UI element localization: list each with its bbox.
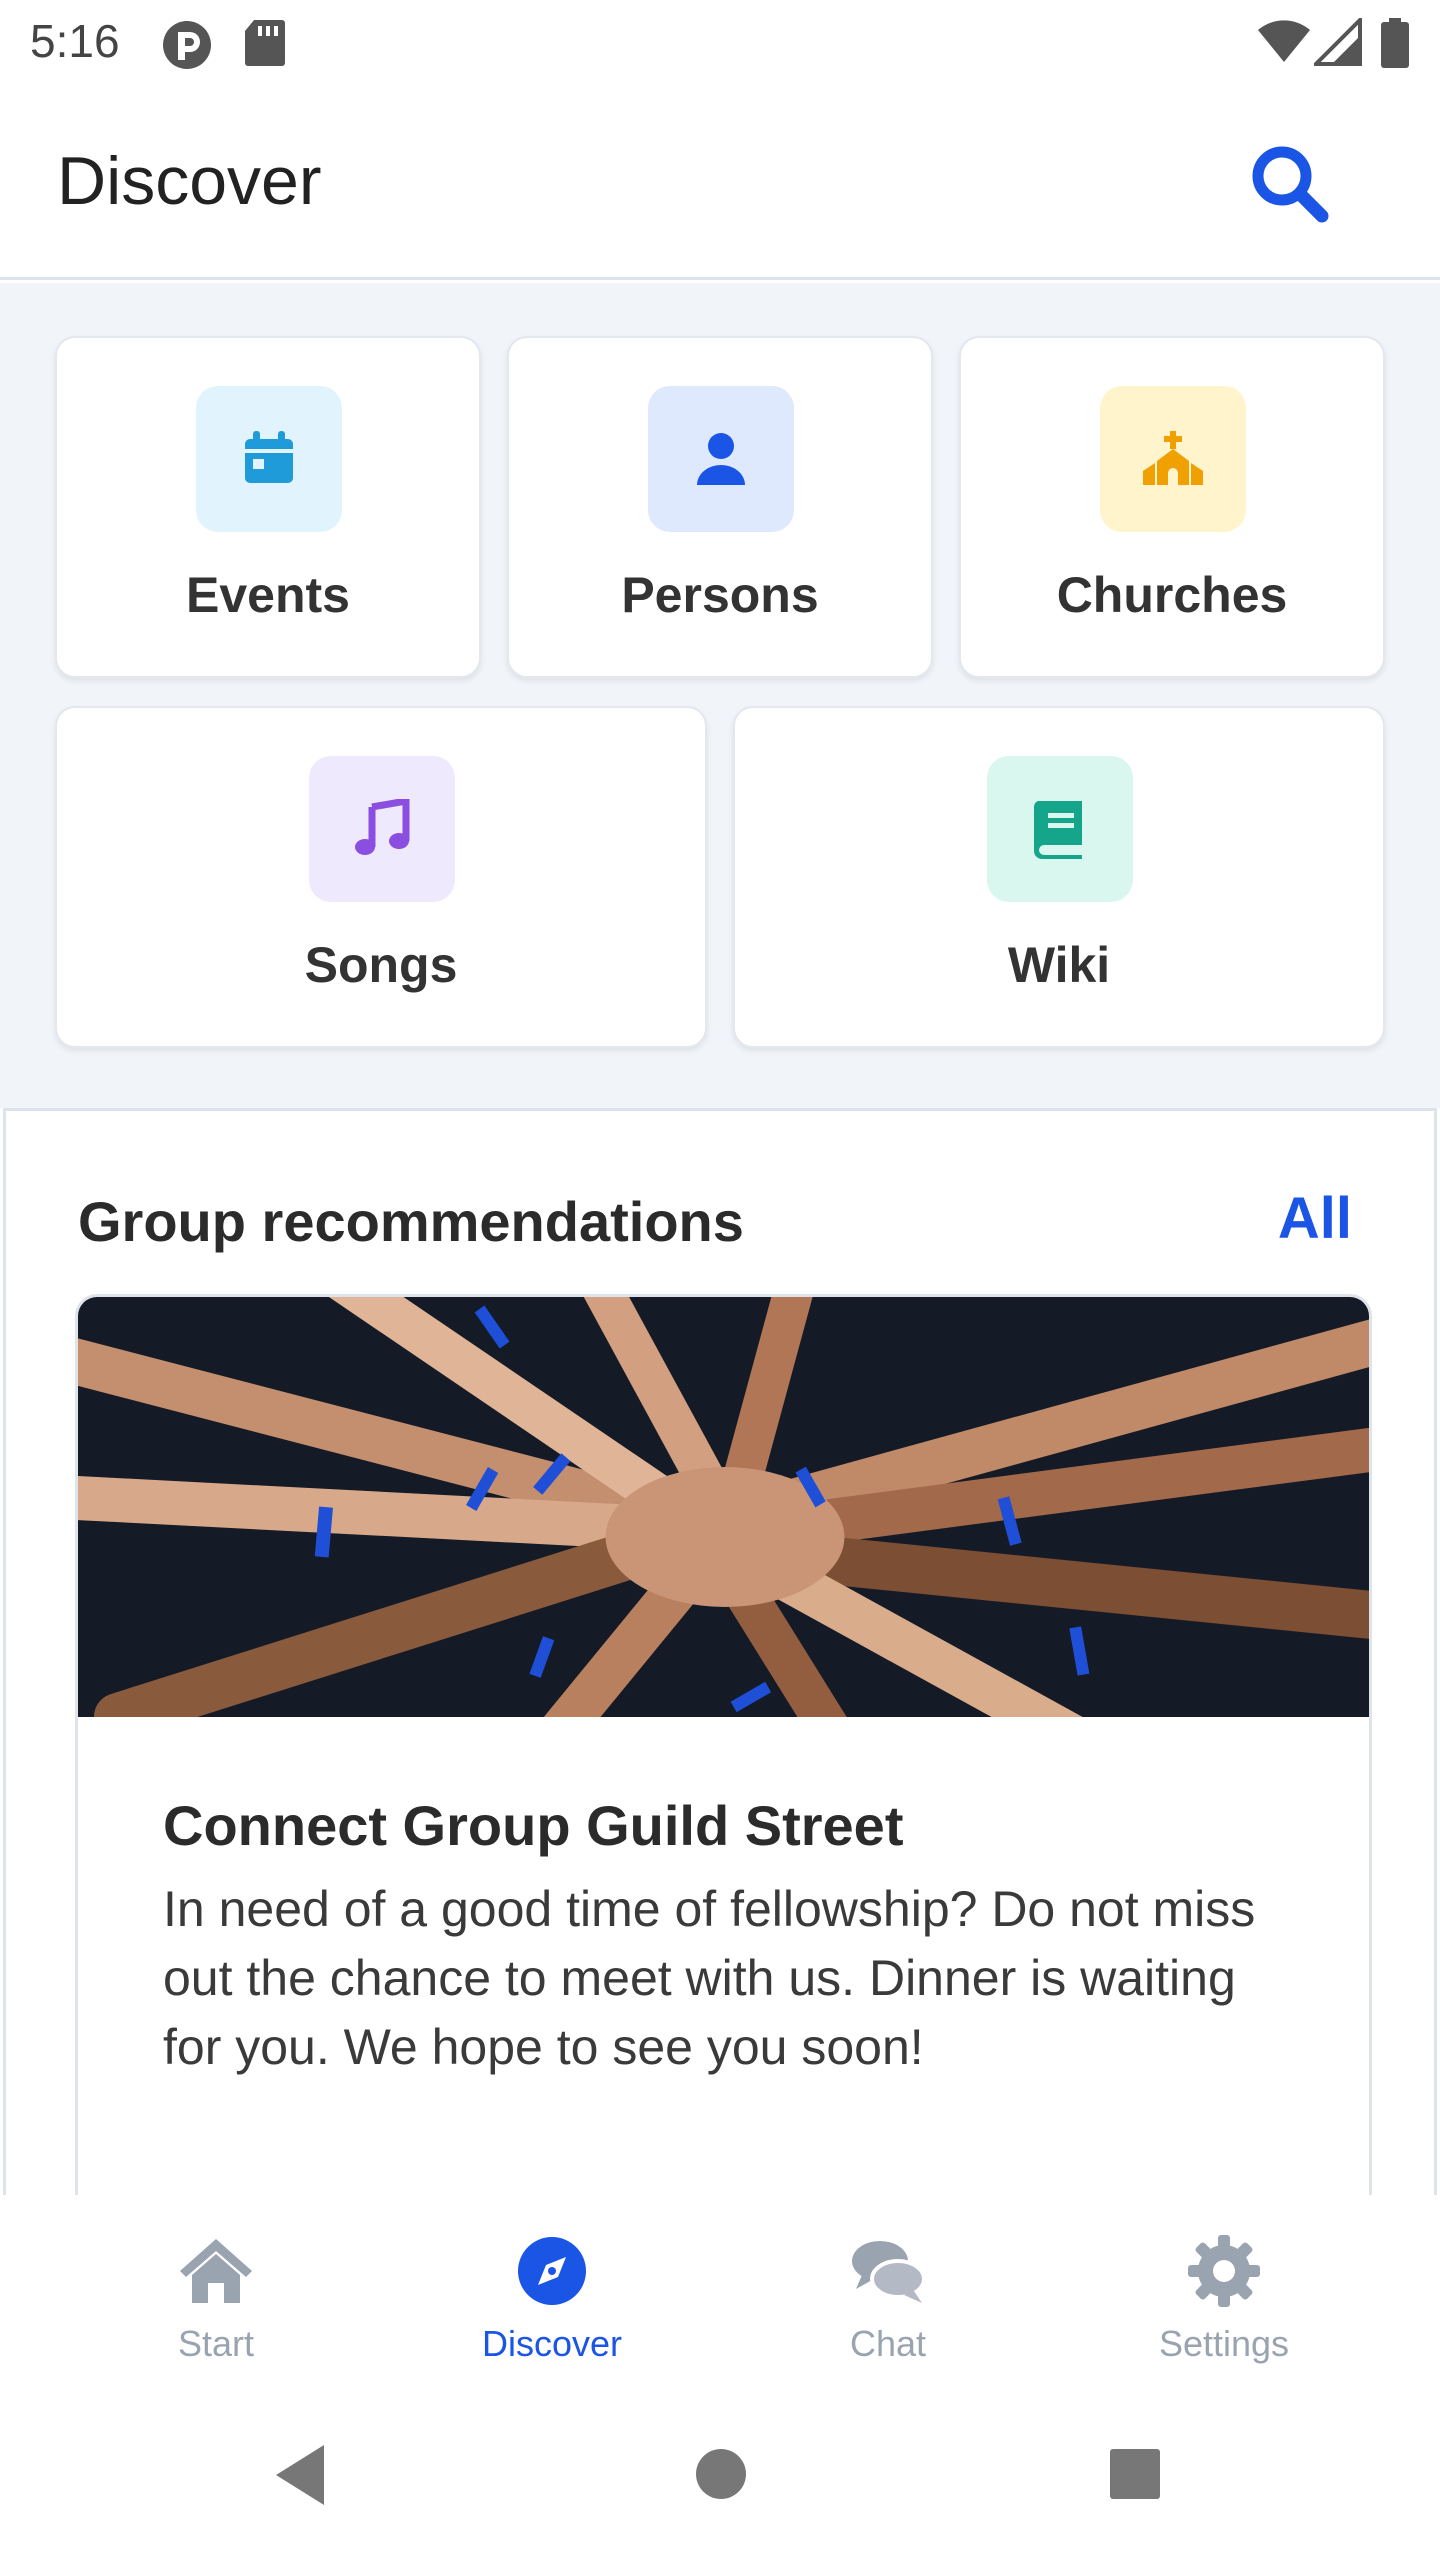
search-icon — [1252, 146, 1329, 223]
group-recommendations-section: Group recommendations All Connect Group … — [3, 1108, 1437, 2198]
app-bar: Discover — [0, 84, 1440, 280]
recents-icon[interactable] — [1108, 2447, 1162, 2501]
category-label: Songs — [304, 937, 458, 993]
church-icon — [1143, 431, 1203, 485]
category-events-card[interactable]: Events — [55, 336, 481, 678]
persons-icon-box — [648, 386, 794, 532]
category-songs-card[interactable]: Songs — [55, 706, 707, 1048]
wiki-icon-box — [987, 756, 1133, 902]
calendar-icon — [245, 431, 293, 483]
book-icon — [1033, 801, 1082, 859]
page-title: Discover — [57, 143, 322, 219]
category-label: Wiki — [1007, 937, 1111, 993]
group-card[interactable]: Connect Group Guild Street In need of a … — [75, 1294, 1372, 2198]
wifi-icon — [1258, 20, 1310, 62]
group-photo — [78, 1297, 1369, 1717]
status-bar: 5:16 — [0, 0, 1440, 84]
category-label: Churches — [1056, 567, 1288, 623]
status-time: 5:16 — [30, 15, 120, 67]
home-button-icon[interactable] — [694, 2447, 748, 2501]
person-icon — [697, 433, 745, 485]
category-label: Persons — [621, 567, 819, 623]
system-navigation-bar — [0, 2395, 1440, 2560]
group-name: Connect Group Guild Street — [163, 1794, 904, 1857]
data-saver-icon — [163, 21, 211, 69]
category-wiki-card[interactable]: Wiki — [733, 706, 1385, 1048]
category-churches-card[interactable]: Churches — [959, 336, 1385, 678]
nav-settings[interactable]: Settings — [1074, 2195, 1374, 2395]
music-note-icon — [355, 799, 410, 855]
compass-icon — [518, 2237, 586, 2305]
nav-discover[interactable]: Discover — [402, 2195, 702, 2395]
all-groups-link[interactable]: All — [1278, 1185, 1352, 1252]
nav-label: Discover — [481, 2323, 623, 2364]
nav-label: Start — [177, 2323, 255, 2364]
events-icon-box — [196, 386, 342, 532]
search-button[interactable] — [1240, 134, 1340, 234]
churches-icon-box — [1100, 386, 1246, 532]
category-persons-card[interactable]: Persons — [507, 336, 933, 678]
chat-icon — [852, 2241, 926, 2303]
signal-icon — [1314, 18, 1362, 66]
home-icon — [180, 2239, 252, 2303]
section-title: Group recommendations — [78, 1190, 744, 1253]
bottom-navigation: Start Discover Chat Settings — [0, 2195, 1440, 2395]
sd-card-icon — [245, 20, 285, 66]
category-grid: Events Persons Churches Songs Wiki — [0, 283, 1440, 1108]
nav-chat[interactable]: Chat — [738, 2195, 1038, 2395]
group-description: In need of a good time of fellowship? Do… — [163, 1881, 1256, 2075]
back-icon[interactable] — [272, 2443, 328, 2507]
songs-icon-box — [309, 756, 455, 902]
battery-icon — [1381, 18, 1409, 68]
nav-label: Settings — [1158, 2323, 1290, 2364]
nav-label: Chat — [849, 2323, 927, 2364]
gear-icon — [1188, 2235, 1260, 2307]
nav-start[interactable]: Start — [66, 2195, 366, 2395]
category-label: Events — [186, 567, 350, 623]
